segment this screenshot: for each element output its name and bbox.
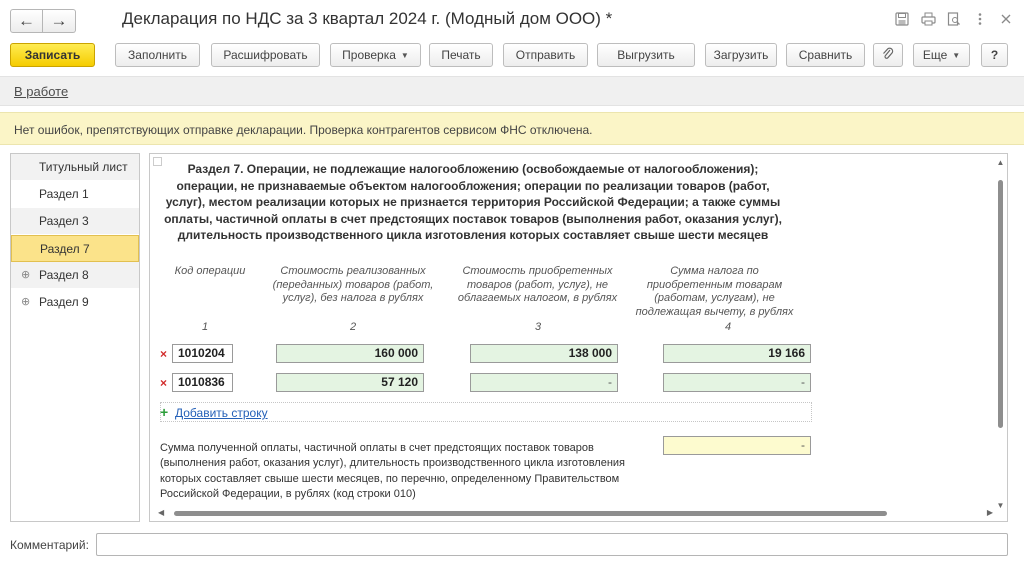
scroll-up-icon[interactable]: ▲ [996,158,1005,167]
check-dropdown-button[interactable]: Проверка ▼ [330,43,421,67]
decode-button[interactable]: Расшифровать [211,43,320,67]
sidebar-item-section-7[interactable]: Раздел 7 [11,235,139,262]
plus-icon[interactable]: + [160,404,168,420]
print-button[interactable]: Печать [429,43,493,67]
comment-input[interactable] [96,533,1008,556]
forward-button[interactable]: → [43,9,76,33]
summary-line-010-label: Сумма полученной оплаты, частичной оплат… [160,442,626,500]
column-header-purchased-value: Стоимость приобретенных товаров (работ, … [457,265,618,304]
column-header-code: Код операции [174,265,246,277]
scroll-left-icon[interactable]: ◀ [158,508,164,517]
paperclip-icon [882,47,894,64]
expand-icon[interactable]: ⊕ [21,289,30,316]
sidebar-item-section-1[interactable]: Раздел 1 [11,181,139,208]
sidebar-item-label: Раздел 7 [40,242,90,256]
sidebar-item-section-8[interactable]: ⊕ Раздел 8 [11,262,139,289]
sidebar-item-title-page[interactable]: Титульный лист [11,154,139,181]
status-link[interactable]: В работе [14,84,68,99]
caret-down-icon: ▼ [400,50,409,60]
vertical-scrollbar[interactable]: ▲ ▼ [996,158,1005,510]
add-row-link[interactable]: Добавить строку [175,406,268,420]
section-navigation: Титульный лист Раздел 1 Раздел 3 Раздел … [10,153,140,522]
sold-value-field[interactable]: 57 120 [276,373,424,392]
sidebar-item-section-9[interactable]: ⊕ Раздел 9 [11,289,139,316]
back-button[interactable]: ← [10,9,43,33]
status-bar: В работе [0,76,1024,106]
floppy-disk-icon[interactable] [894,11,910,27]
column-number: 4 [724,321,732,333]
tax-value-field[interactable]: - [663,373,811,392]
history-nav: ← → [10,9,76,33]
compare-button[interactable]: Сравнить [786,43,865,67]
more-vertical-icon[interactable] [972,11,988,27]
horizontal-scrollbar[interactable]: ◀ ▶ [158,508,993,518]
delete-row-icon[interactable]: × [160,347,167,361]
column-number: 1 [201,321,209,333]
fill-button[interactable]: Заполнить [115,43,200,67]
caret-down-icon: ▼ [952,50,961,60]
more-button-label: Еще [922,48,948,62]
help-button[interactable]: ? [981,43,1008,67]
column-header-tax: Сумма налога по приобретенным товарам (р… [635,265,794,318]
info-message-bar: Нет ошибок, препятствующих отправке декл… [0,112,1024,145]
sidebar-item-section-3[interactable]: Раздел 3 [11,208,139,235]
window-title: Декларация по НДС за 3 квартал 2024 г. (… [122,9,613,28]
sidebar-item-label: Раздел 3 [39,214,89,228]
sidebar-item-label: Титульный лист [39,160,128,174]
title-bar: ← → Декларация по НДС за 3 квартал 2024 … [0,0,1024,40]
expand-icon[interactable]: ⊕ [21,262,30,289]
sold-value-field[interactable]: 160 000 [276,344,424,363]
column-number: 2 [349,321,357,333]
operation-code-field[interactable]: 1010204 [172,344,233,363]
close-icon[interactable] [998,11,1014,27]
more-dropdown-button[interactable]: Еще ▼ [913,43,970,67]
summary-line-010-field[interactable]: - [663,436,811,455]
purchased-value-field[interactable]: - [470,373,618,392]
print-preview-icon[interactable] [946,11,962,27]
section-7-form: Раздел 7. Операции, не подлежащие налого… [149,153,1008,522]
column-number: 3 [534,321,542,333]
vertical-scroll-thumb[interactable] [998,180,1003,428]
tax-value-field[interactable]: 19 166 [663,344,811,363]
arrow-left-icon: ← [18,11,35,30]
export-button[interactable]: Выгрузить [597,43,695,67]
info-message: Нет ошибок, препятствующих отправке декл… [14,123,593,137]
scroll-right-icon[interactable]: ▶ [987,508,993,517]
check-button-label: Проверка [342,48,396,62]
arrow-right-icon: → [50,11,68,30]
declaration-window: ← → Декларация по НДС за 3 квартал 2024 … [0,0,1024,561]
command-bar: Записать Заполнить Расшифровать Проверка… [0,42,1024,70]
purchased-value-field[interactable]: 138 000 [470,344,618,363]
sidebar-item-label: Раздел 9 [39,295,89,309]
horizontal-scroll-thumb[interactable] [174,511,887,516]
section-title: Раздел 7. Операции, не подлежащие налого… [164,162,782,242]
scroll-down-icon[interactable]: ▼ [996,501,1005,510]
sidebar-item-label: Раздел 8 [39,268,89,282]
add-row-area: + Добавить строку [160,402,812,422]
save-button[interactable]: Записать [10,43,95,67]
column-header-sold-value: Стоимость реализованных (переданных) тов… [272,265,434,304]
printer-icon[interactable] [920,11,936,27]
attach-button[interactable] [873,43,903,67]
comment-label: Комментарий: [10,538,89,552]
sidebar-item-label: Раздел 1 [39,187,89,201]
window-actions [894,11,1014,27]
import-button[interactable]: Загрузить [705,43,777,67]
operation-code-field[interactable]: 1010836 [172,373,233,392]
delete-row-icon[interactable]: × [160,376,167,390]
send-button[interactable]: Отправить [503,43,588,67]
